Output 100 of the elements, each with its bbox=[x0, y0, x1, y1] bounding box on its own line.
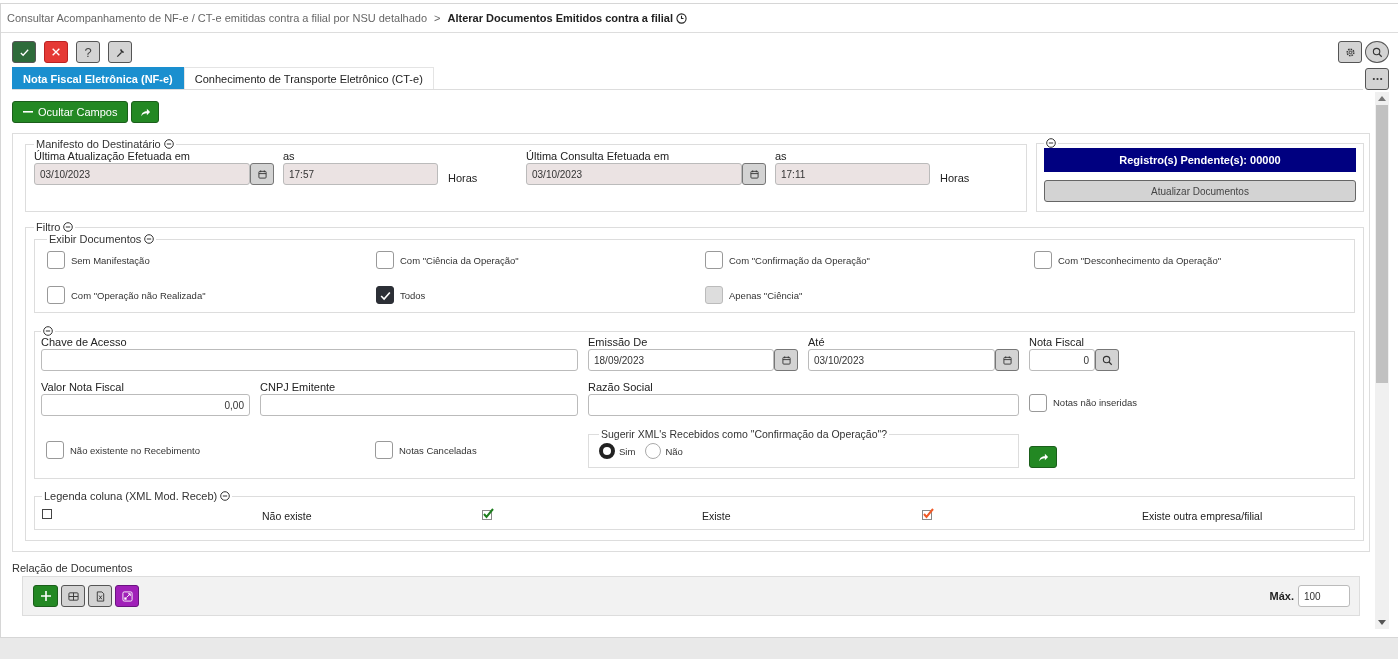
share-button[interactable] bbox=[131, 101, 160, 123]
checked-box-icon bbox=[482, 508, 494, 520]
checkbox[interactable] bbox=[1034, 251, 1052, 269]
section-title: Exibir Documentos bbox=[49, 233, 142, 245]
checkbox-label: Não existente no Recebimento bbox=[70, 444, 200, 456]
date-field[interactable]: 03/10/2023 bbox=[34, 163, 250, 185]
search-icon bbox=[1371, 46, 1383, 58]
search-icon bbox=[1101, 354, 1113, 366]
invoice-number-field[interactable]: 0 bbox=[1029, 349, 1095, 371]
columns-button[interactable] bbox=[61, 585, 85, 607]
wrench-icon bbox=[114, 46, 126, 58]
calendar-button[interactable] bbox=[995, 349, 1019, 371]
section-title: Sugerir XML's Recebidos como "Confirmação da Operação"? bbox=[601, 428, 888, 440]
field-label: Última Consulta Efetuada em bbox=[526, 150, 671, 162]
empty-checkbox-icon bbox=[42, 509, 52, 519]
section-title: Filtro bbox=[36, 221, 61, 233]
field-label: Até bbox=[808, 336, 826, 348]
time-field[interactable]: 17:11 bbox=[775, 163, 930, 185]
cnpj-field[interactable] bbox=[260, 394, 578, 416]
clock-icon[interactable] bbox=[676, 12, 688, 24]
field-label: Razão Social bbox=[588, 381, 654, 393]
search-button[interactable] bbox=[1365, 41, 1389, 63]
access-key-field[interactable] bbox=[41, 349, 578, 371]
expand-button[interactable] bbox=[115, 585, 139, 607]
more-button[interactable] bbox=[1365, 68, 1389, 90]
amount-field[interactable]: 0,00 bbox=[41, 394, 250, 416]
calendar-button[interactable] bbox=[774, 349, 798, 371]
checkbox-label: Notas não inseridas bbox=[1053, 397, 1137, 408]
collapse-icon[interactable] bbox=[163, 139, 174, 149]
tab[interactable]: Nota Fiscal Eletrônica (NF-e) bbox=[12, 67, 184, 89]
section-title: Relação de Documentos bbox=[12, 562, 134, 574]
scrollbar-thumb[interactable] bbox=[1376, 105, 1388, 383]
checked-box-icon bbox=[922, 508, 934, 520]
collapse-icon[interactable] bbox=[220, 491, 231, 501]
legend-label: Existe outra empresa/filial bbox=[1142, 509, 1263, 522]
share-arrow-icon bbox=[140, 106, 151, 118]
share-arrow-icon bbox=[1037, 451, 1049, 463]
search-button[interactable] bbox=[1095, 349, 1119, 371]
radio-label: Sim bbox=[619, 445, 636, 457]
field-label: Nota Fiscal bbox=[1029, 336, 1086, 348]
share-button[interactable] bbox=[1029, 446, 1057, 468]
export-file-button[interactable] bbox=[88, 585, 112, 607]
update-documents-button[interactable]: Atualizar Documentos bbox=[1044, 180, 1356, 202]
checkbox[interactable] bbox=[376, 251, 394, 269]
date-field[interactable]: 03/10/2023 bbox=[526, 163, 742, 185]
max-rows-field[interactable]: 100 bbox=[1298, 585, 1350, 607]
field-label: CNPJ Emitente bbox=[260, 381, 337, 393]
breadcrumb-link[interactable]: Consultar Acompanhamento de NF-e / CT-e emitidas contra a filial por NSU detalhado bbox=[7, 12, 428, 24]
section-title: Legenda coluna (XML Mod. Receb) bbox=[44, 490, 218, 502]
calendar-button[interactable] bbox=[250, 163, 274, 185]
legend-label: Não existe bbox=[262, 509, 312, 522]
unit-label: Horas bbox=[448, 172, 478, 185]
checkbox-label: Com "Desconhecimento da Operação" bbox=[1058, 254, 1222, 266]
checkbox[interactable] bbox=[375, 441, 393, 459]
checkbox[interactable] bbox=[376, 286, 394, 304]
checkbox-label: Com "Ciência da Operação" bbox=[400, 254, 519, 266]
tools-button[interactable] bbox=[108, 41, 132, 63]
expand-icon bbox=[121, 590, 133, 602]
checkbox[interactable] bbox=[47, 251, 65, 269]
company-name-field[interactable] bbox=[588, 394, 1019, 416]
scroll-up-icon[interactable] bbox=[1378, 96, 1386, 101]
page-title: Alterar Documentos Emitidos contra a filial bbox=[447, 12, 674, 24]
radio-button[interactable] bbox=[599, 443, 615, 459]
collapse-icon[interactable] bbox=[43, 326, 53, 336]
checkbox-label: Todos bbox=[400, 289, 426, 301]
collapse-icon[interactable] bbox=[63, 222, 74, 232]
checkbox-label: Sem Manifestação bbox=[71, 254, 150, 266]
calendar-icon bbox=[1002, 355, 1012, 365]
hide-fields-button[interactable]: Ocultar Campos bbox=[12, 101, 129, 123]
spreadsheet-file-icon bbox=[94, 590, 106, 602]
collapse-icon[interactable] bbox=[1046, 138, 1056, 148]
checkbox[interactable] bbox=[46, 441, 64, 459]
tab[interactable]: Conhecimento de Transporte Eletrônico (CT-e) bbox=[183, 67, 434, 89]
add-button[interactable] bbox=[33, 585, 58, 607]
scroll-down-icon[interactable] bbox=[1378, 620, 1386, 625]
date-field[interactable]: 03/10/2023 bbox=[808, 349, 995, 371]
calendar-button[interactable] bbox=[742, 163, 766, 185]
settings-button[interactable] bbox=[1338, 41, 1362, 63]
field-label: as bbox=[775, 150, 788, 162]
checkbox-label: Com "Confirmação da Operação" bbox=[729, 254, 870, 266]
time-field[interactable]: 17:57 bbox=[283, 163, 438, 185]
collapse-icon[interactable] bbox=[144, 234, 155, 244]
checkbox-label: Com "Operação não Realizada" bbox=[71, 289, 206, 301]
calendar-icon bbox=[749, 169, 759, 179]
legend-label: Existe bbox=[702, 509, 731, 522]
date-field[interactable]: 18/09/2023 bbox=[588, 349, 774, 371]
pending-status-bar: Registro(s) Pendente(s): 00000 bbox=[1044, 148, 1356, 172]
checkbox[interactable] bbox=[47, 286, 65, 304]
radio-button[interactable] bbox=[645, 443, 662, 459]
gear-icon bbox=[1344, 46, 1356, 58]
calendar-icon bbox=[781, 355, 791, 365]
scrollbar[interactable] bbox=[1375, 92, 1389, 629]
help-button[interactable]: ? bbox=[76, 41, 100, 63]
field-label: Chave de Acesso bbox=[41, 336, 128, 348]
cancel-button[interactable] bbox=[44, 41, 68, 63]
confirm-button[interactable] bbox=[12, 41, 36, 63]
checkbox[interactable] bbox=[705, 251, 723, 269]
table-icon bbox=[67, 590, 79, 602]
plus-icon bbox=[39, 590, 52, 602]
checkbox[interactable] bbox=[1029, 393, 1047, 412]
